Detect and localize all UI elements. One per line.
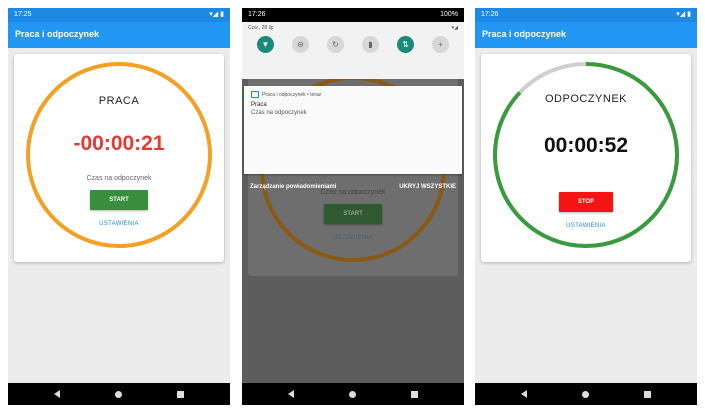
status-icons: ▾◢ ▮: [209, 11, 224, 18]
hide-all-button[interactable]: UKRYJ WSZYSTKIE: [399, 184, 456, 190]
timer-card: ODPOCZYNEK 00:00:52 STOP USTAWIENIA: [481, 54, 691, 262]
background-hint: Czas na odpoczynek: [320, 189, 386, 196]
notification-app-name: Praca i odpoczynek • teraz: [262, 91, 322, 98]
back-icon[interactable]: [521, 390, 527, 398]
status-time: 17:25: [14, 11, 32, 18]
add-icon[interactable]: +: [432, 36, 449, 53]
nav-bar: [242, 383, 464, 405]
app-bar: Praca i odpoczynek: [475, 22, 697, 48]
notification-card[interactable]: Praca i odpoczynek • teraz Praca Czas na…: [244, 86, 462, 174]
battery-saver-icon[interactable]: ▮: [362, 36, 379, 53]
app-bar: Praca i odpoczynek: [8, 22, 230, 48]
timer-display: -00:00:21: [73, 132, 165, 155]
phone-screen-rest: 17:26 ▾◢ ▮ Praca i odpoczynek ODPOCZYNEK…: [475, 8, 697, 405]
mode-title: ODPOCZYNEK: [544, 93, 627, 105]
battery-level: 100%: [440, 11, 458, 18]
status-time: 17:26: [248, 11, 266, 18]
recents-icon[interactable]: [177, 390, 184, 398]
home-icon[interactable]: [115, 390, 122, 398]
quick-settings-panel: Czw., 28 lip ▾◢ ▼ ⊖ ↻ ▮ ⇅ +: [242, 22, 464, 79]
back-icon[interactable]: [288, 390, 294, 398]
recents-icon[interactable]: [644, 390, 651, 398]
signal-icon: ▾◢: [451, 25, 458, 31]
status-bar: 17:26 100%: [242, 8, 464, 22]
status-icons: ▾◢ ▮: [676, 11, 691, 18]
phone-screen-work: 17:25 ▾◢ ▮ Praca i odpoczynek PRACA -00:…: [8, 8, 230, 405]
nav-bar: [8, 383, 230, 405]
home-icon[interactable]: [582, 390, 589, 398]
phone-screen-notification: 17:26 100% Czas na odpoczynek START USTA…: [242, 8, 464, 405]
timer-ring: PRACA -00:00:21 Czas na odpoczynek START…: [24, 60, 214, 250]
background-start-button: START: [324, 204, 382, 224]
timer-ring: ODPOCZYNEK 00:00:52 STOP USTAWIENIA: [491, 60, 681, 250]
status-bar: 17:25 ▾◢ ▮: [8, 8, 230, 22]
timer-card: PRACA -00:00:21 Czas na odpoczynek START…: [14, 54, 224, 262]
app-icon: [251, 91, 259, 98]
hint-text: Czas na odpoczynek: [86, 175, 152, 182]
shade-header: Czw., 28 lip ▾◢: [242, 22, 464, 34]
notification-text: Czas na odpoczynek: [251, 110, 307, 116]
notification-title: Praca: [251, 102, 267, 108]
data-icon[interactable]: ⇅: [397, 36, 414, 53]
start-button[interactable]: START: [90, 190, 148, 210]
manage-notifications-button[interactable]: Zarządzanie powiadomieniami: [250, 184, 336, 190]
back-icon[interactable]: [54, 390, 60, 398]
recents-icon[interactable]: [411, 390, 418, 398]
timer-display: 00:00:52: [543, 134, 629, 157]
nav-bar: [475, 383, 697, 405]
app-title: Praca i odpoczynek: [15, 29, 100, 39]
status-time: 17:26: [481, 11, 499, 18]
settings-link[interactable]: USTAWIENIA: [491, 223, 681, 229]
dnd-icon[interactable]: ⊖: [292, 36, 309, 53]
mode-title: PRACA: [98, 95, 140, 107]
shade-date: Czw., 28 lip: [248, 25, 274, 31]
background-settings-link: USTAWIENIA: [333, 235, 373, 241]
app-title: Praca i odpoczynek: [482, 29, 567, 39]
notification-actions: Zarządzanie powiadomieniami UKRYJ WSZYST…: [242, 184, 464, 190]
settings-link[interactable]: USTAWIENIA: [24, 221, 214, 227]
status-bar: 17:26 ▾◢ ▮: [475, 8, 697, 22]
quick-tiles: ▼ ⊖ ↻ ▮ ⇅ +: [242, 34, 464, 53]
notification-header: Praca i odpoczynek • teraz: [244, 86, 462, 98]
wifi-icon[interactable]: ▼: [257, 36, 274, 53]
stop-button[interactable]: STOP: [559, 192, 613, 212]
home-icon[interactable]: [349, 390, 356, 398]
rotate-icon[interactable]: ↻: [327, 36, 344, 53]
